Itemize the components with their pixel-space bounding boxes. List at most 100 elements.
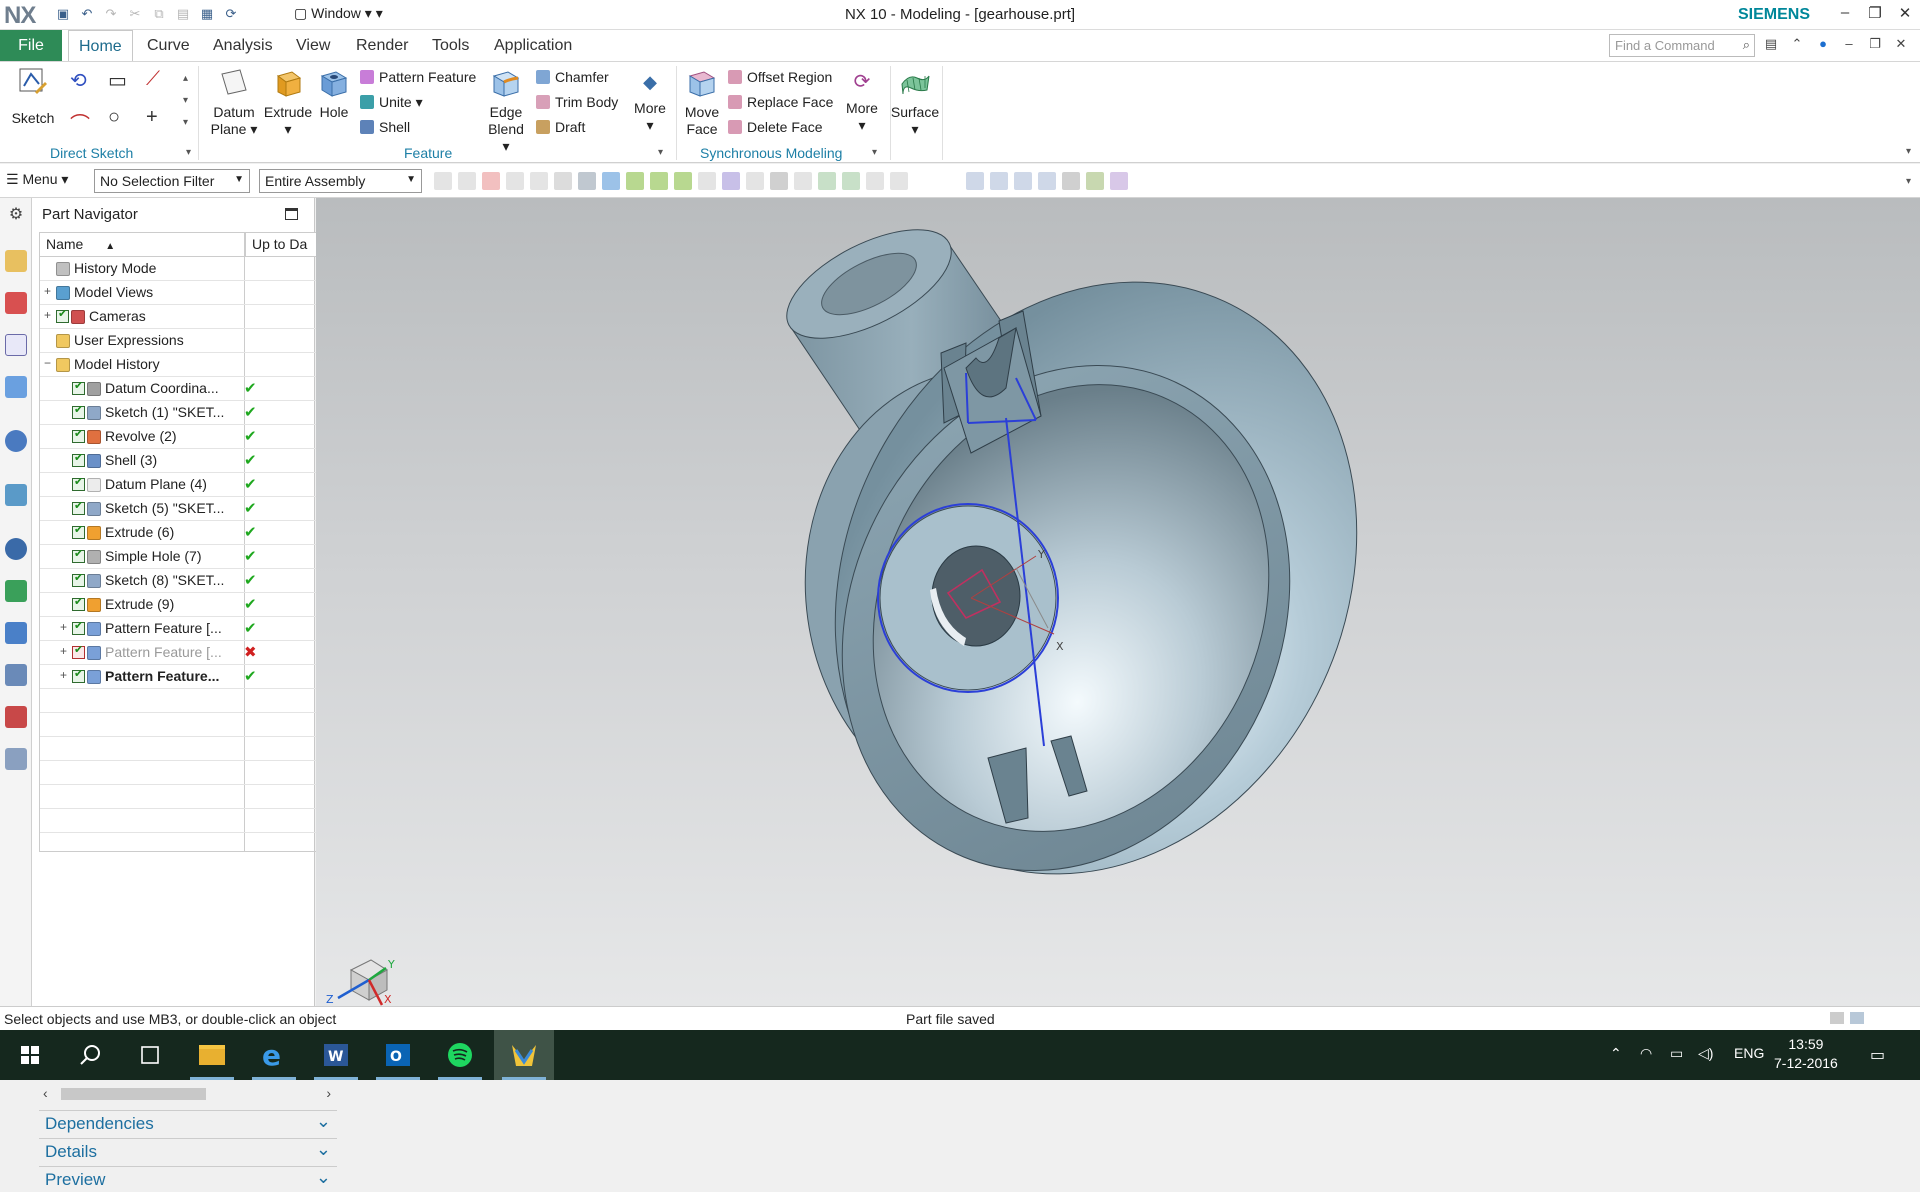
deselect-icon[interactable] [458, 172, 476, 190]
visibility-checkbox[interactable] [72, 475, 85, 491]
visibility-checkbox[interactable] [72, 403, 85, 419]
visibility-checkbox[interactable] [72, 643, 85, 659]
expand-toggle-icon[interactable]: − [44, 356, 54, 370]
scroll-right-icon[interactable]: › [326, 1085, 331, 1101]
tab-application[interactable]: Application [484, 30, 582, 61]
expand-toggle-icon[interactable]: + [60, 644, 70, 658]
minimize-button[interactable]: – [1830, 4, 1860, 26]
doc-close-icon[interactable]: ✕ [1892, 36, 1910, 54]
maximize-navigator-icon[interactable] [285, 208, 298, 220]
input-language[interactable]: ENG [1734, 1045, 1764, 1061]
control-point-icon[interactable] [698, 172, 716, 190]
fit-view-icon[interactable] [966, 172, 984, 190]
tree-row[interactable]: Sketch (5) "SKET... ✔ [40, 497, 336, 521]
fullscreen-icon[interactable] [1830, 1012, 1844, 1024]
visibility-checkbox[interactable] [72, 499, 85, 515]
tree-row[interactable]: Shell (3) ✔ [40, 449, 336, 473]
doc-minimize-icon[interactable]: – [1840, 36, 1858, 54]
web-browser-icon[interactable] [5, 484, 27, 506]
tab-home[interactable]: Home [68, 30, 133, 61]
feature-select-icon[interactable] [482, 172, 500, 190]
wifi-icon[interactable]: ◠ [1640, 1045, 1652, 1062]
feature-group-menu[interactable]: ▾ [658, 147, 663, 158]
toolbar-options-dropdown[interactable]: ▾ [1906, 176, 1911, 187]
selection-scope-dropdown[interactable]: Entire Assembly ▼ [259, 169, 422, 193]
dependencies-panel[interactable]: Dependencies ⌄ [39, 1110, 337, 1136]
roles-icon[interactable] [5, 664, 27, 686]
tree-row[interactable]: History Mode [40, 257, 336, 281]
tab-tools[interactable]: Tools [422, 30, 479, 61]
tree-row[interactable]: + Pattern Feature [... ✖ [40, 641, 336, 665]
point-icon[interactable]: + [146, 106, 158, 129]
intersection-point-icon[interactable] [722, 172, 740, 190]
visibility-checkbox[interactable] [72, 523, 85, 539]
synchronous-group-menu[interactable]: ▾ [872, 147, 877, 158]
tree-row[interactable]: + Pattern Feature... ✔ [40, 665, 336, 689]
outlook-button[interactable]: O [368, 1030, 428, 1080]
datum-plane-button[interactable]: Datum Plane ▾ [210, 66, 258, 138]
action-center-icon[interactable]: ▭ [1870, 1045, 1885, 1065]
hd3d-tools-icon[interactable] [5, 430, 27, 452]
arc-icon[interactable]: ⌒ [70, 108, 90, 137]
volume-icon[interactable]: ◁) [1698, 1045, 1713, 1062]
doc-restore-icon[interactable]: ❐ [1866, 36, 1884, 54]
sketch-button[interactable]: Sketch [8, 66, 58, 127]
rectangle-icon[interactable]: ▭ [108, 68, 127, 93]
selection-filter-dropdown[interactable]: No Selection Filter ▼ [94, 169, 250, 193]
profile-icon[interactable]: ⟲ [70, 68, 87, 93]
lasso-icon[interactable] [506, 172, 524, 190]
general-selection-icon[interactable] [434, 172, 452, 190]
delete-face-button[interactable]: Delete Face [728, 116, 822, 138]
expand-toggle-icon[interactable]: + [60, 620, 70, 634]
tab-curve[interactable]: Curve [137, 30, 200, 61]
cut-icon[interactable]: ✂ [126, 5, 144, 23]
scrollbar-thumb[interactable] [61, 1088, 206, 1100]
file-menu-button[interactable]: File [0, 30, 62, 61]
expand-toggle-icon[interactable]: + [60, 668, 70, 682]
restore-button[interactable]: ❐ [1860, 4, 1890, 26]
ribbon-options-dropdown[interactable]: ▾ [1906, 146, 1911, 157]
tree-row[interactable]: Sketch (1) "SKET... ✔ [40, 401, 336, 425]
expand-toggle-icon[interactable]: + [44, 308, 54, 322]
solid-body-icon[interactable] [578, 172, 596, 190]
bounded-grid-icon[interactable] [866, 172, 884, 190]
file-explorer-button[interactable] [182, 1030, 242, 1080]
settings-gear-icon[interactable]: ⚙ [5, 204, 27, 226]
unite-button[interactable]: Unite ▾ [360, 91, 423, 113]
point-on-face-icon[interactable] [842, 172, 860, 190]
tree-row[interactable]: Datum Coordina... ✔ [40, 377, 336, 401]
snap-point-icon[interactable] [626, 172, 644, 190]
visibility-checkbox[interactable] [72, 667, 85, 683]
trim-body-button[interactable]: Trim Body [536, 91, 618, 113]
end-point-icon[interactable] [650, 172, 668, 190]
preview-panel[interactable]: Preview ⌄ [39, 1166, 337, 1192]
pole-icon[interactable] [890, 172, 908, 190]
help-icon[interactable]: ● [1814, 36, 1832, 54]
visibility-checkbox[interactable] [56, 307, 69, 323]
undo-icon[interactable]: ↶ [78, 5, 96, 23]
more-feature-dropdown[interactable]: ▾ [630, 117, 670, 134]
show-hidden-icons-icon[interactable]: ⌃ [1610, 1045, 1622, 1062]
tree-row[interactable]: + Model Views [40, 281, 336, 305]
tree-row[interactable]: Simple Hole (7) ✔ [40, 545, 336, 569]
visibility-checkbox[interactable] [72, 451, 85, 467]
search-button[interactable] [60, 1030, 120, 1080]
existing-point-icon[interactable] [794, 172, 812, 190]
column-header-name[interactable]: Name ▲ [40, 233, 245, 257]
manufacturing-wizards-icon[interactable] [5, 622, 27, 644]
replace-face-button[interactable]: Replace Face [728, 91, 833, 113]
tree-row[interactable]: User Expressions [40, 329, 336, 353]
system-scene-icon[interactable] [5, 706, 27, 728]
window-menu[interactable]: ▢ Window ▾ ▾ [294, 5, 383, 22]
tree-row[interactable]: + Pattern Feature [... ✔ [40, 617, 336, 641]
reuse-library-icon[interactable] [5, 376, 27, 398]
redo-icon[interactable]: ↷ [102, 5, 120, 23]
circle-icon[interactable]: ○ [108, 106, 120, 129]
tab-render[interactable]: Render [346, 30, 418, 61]
sketch-gallery-scroll[interactable]: ▴ ▾ ▾ [183, 68, 188, 134]
close-button[interactable]: ✕ [1890, 4, 1920, 26]
details-panel[interactable]: Details ⌄ [39, 1138, 337, 1164]
quadrant-point-icon[interactable] [770, 172, 788, 190]
shell-button[interactable]: Shell [360, 116, 410, 138]
face-select-icon[interactable] [602, 172, 620, 190]
